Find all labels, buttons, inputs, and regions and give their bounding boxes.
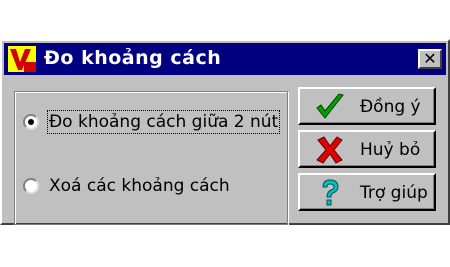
cancel-button[interactable]: Huỷ bỏ bbox=[298, 130, 436, 168]
ok-button[interactable]: Đồng ý bbox=[298, 87, 436, 125]
help-button[interactable]: Trợ giúp bbox=[298, 173, 436, 211]
radio-button-clear[interactable] bbox=[23, 178, 39, 194]
x-mark-icon bbox=[316, 136, 343, 164]
cancel-button-label: Huỷ bỏ bbox=[360, 140, 421, 160]
measure-distance-dialog: Đo khoảng cách ✕ Đo khoảng cách giữa 2 n… bbox=[0, 39, 450, 225]
close-button[interactable]: ✕ bbox=[418, 49, 442, 69]
checkmark-icon bbox=[316, 93, 344, 119]
question-mark-icon bbox=[322, 179, 339, 206]
radio-label-clear: Xoá các khoảng cách bbox=[49, 176, 230, 196]
app-logo-icon bbox=[8, 46, 36, 72]
options-group: Đo khoảng cách giữa 2 nút Xoá các khoảng… bbox=[14, 91, 288, 225]
title-bar[interactable]: Đo khoảng cách ✕ bbox=[4, 43, 446, 75]
radio-label-measure: Đo khoảng cách giữa 2 nút bbox=[46, 110, 281, 134]
help-button-label: Trợ giúp bbox=[360, 183, 428, 203]
window-title: Đo khoảng cách bbox=[44, 47, 222, 69]
close-icon: ✕ bbox=[423, 49, 437, 68]
radio-option-measure[interactable]: Đo khoảng cách giữa 2 nút bbox=[23, 110, 281, 134]
radio-option-clear[interactable]: Xoá các khoảng cách bbox=[23, 176, 230, 196]
ok-button-label: Đồng ý bbox=[360, 97, 421, 117]
radio-selected-dot bbox=[28, 119, 34, 125]
radio-button-measure[interactable] bbox=[23, 114, 39, 130]
